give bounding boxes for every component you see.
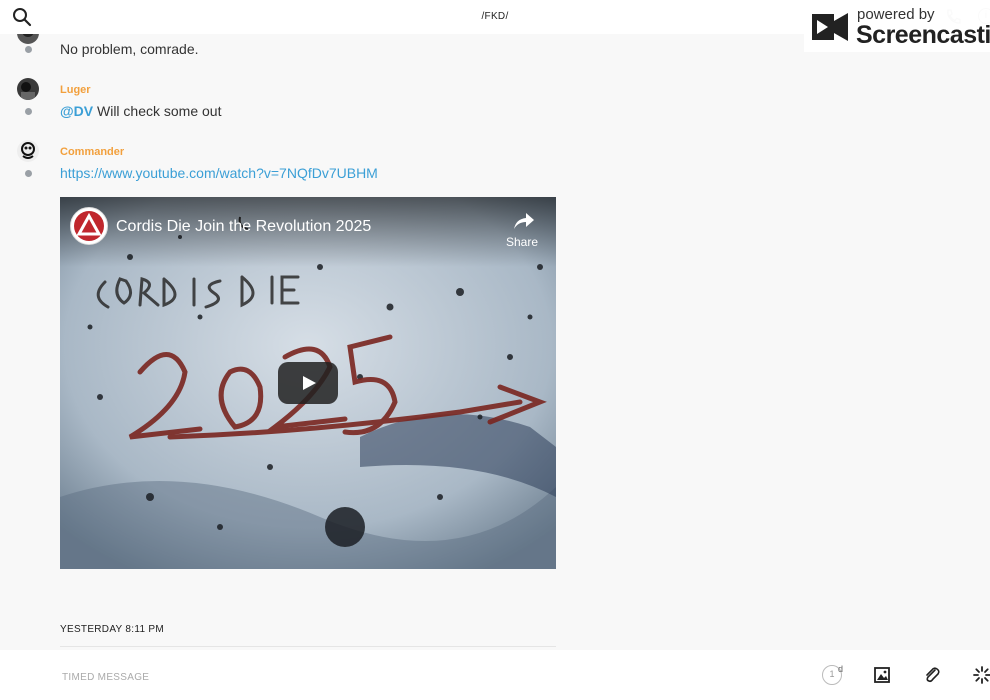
- message-feed: No problem, comrade. Luger @DV Will chec…: [0, 22, 990, 650]
- avatar[interactable]: [17, 78, 39, 100]
- video-embed[interactable]: Cordis Die Join the Revolution 2025 Shar…: [60, 197, 556, 569]
- avatar[interactable]: [17, 140, 39, 162]
- watermark-brand: Screencastify: [856, 21, 990, 49]
- message-text: No problem, comrade.: [60, 41, 199, 57]
- image-icon[interactable]: [872, 665, 892, 685]
- message-text: @DV Will check some out: [60, 103, 221, 119]
- composer-bar: 1 d: [0, 650, 990, 700]
- spinner-icon[interactable]: [972, 665, 990, 685]
- channel-logo-icon[interactable]: [70, 207, 108, 245]
- user-mention[interactable]: @DV: [60, 103, 93, 119]
- play-icon: [303, 376, 316, 390]
- video-title[interactable]: Cordis Die Join the Revolution 2025: [116, 218, 371, 236]
- share-label: Share: [505, 235, 539, 249]
- message-input[interactable]: [60, 666, 764, 688]
- share-button[interactable]: Share: [502, 207, 542, 251]
- divider: [60, 646, 556, 647]
- play-button[interactable]: [278, 362, 338, 404]
- youtube-link[interactable]: https://www.youtube.com/watch?v=7NQfDv7U…: [60, 165, 378, 181]
- message-body: Will check some out: [93, 103, 222, 119]
- share-arrow-icon: [514, 213, 534, 229]
- status-dot: [25, 46, 32, 53]
- screencastify-watermark: powered by Screencastify: [804, 4, 990, 52]
- screencastify-logo-icon: [808, 8, 854, 46]
- status-dot: [25, 170, 32, 177]
- timer-unit: d: [838, 664, 844, 674]
- status-dot: [25, 108, 32, 115]
- date-separator: YESTERDAY 8:11 PM: [60, 624, 165, 635]
- paperclip-icon[interactable]: [922, 665, 942, 685]
- message-author[interactable]: Commander: [60, 146, 124, 158]
- message-author[interactable]: Luger: [60, 84, 91, 96]
